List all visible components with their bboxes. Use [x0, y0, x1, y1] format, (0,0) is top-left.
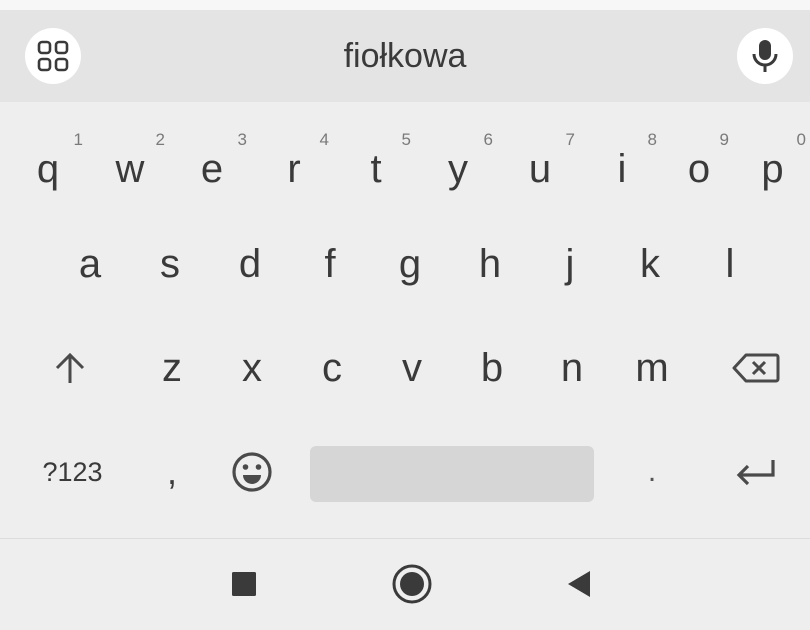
key-hint: 7 — [565, 130, 575, 149]
key-letter: w — [115, 146, 145, 191]
key-letter: y — [448, 146, 468, 191]
shift-arrow-icon — [55, 352, 85, 383]
key-hint: 2 — [155, 130, 165, 149]
key-p[interactable]: p 0 — [735, 108, 810, 216]
key-letter: q — [36, 146, 60, 191]
key-letter: i — [617, 146, 627, 191]
key-x[interactable]: x — [212, 316, 292, 420]
key-letter: e — [200, 146, 224, 191]
key-l[interactable]: l — [690, 212, 770, 316]
key-d[interactable]: d — [210, 212, 290, 316]
key-hint: 8 — [647, 130, 657, 149]
apps-grid-icon — [37, 40, 69, 72]
key-hint: 6 — [483, 130, 493, 149]
key-t[interactable]: t 5 — [335, 108, 417, 216]
enter-icon — [736, 460, 775, 486]
key-hint: 0 — [796, 130, 806, 149]
key-s[interactable]: s — [130, 212, 210, 316]
key-k[interactable]: k — [610, 212, 690, 316]
backspace-key[interactable] — [712, 316, 800, 420]
key-r[interactable]: r 4 — [253, 108, 335, 216]
period-key[interactable]: . — [612, 420, 692, 524]
backspace-icon — [732, 353, 780, 383]
key-hint: 1 — [73, 130, 83, 149]
back-triangle-icon — [568, 571, 590, 597]
home-circle-icon — [392, 564, 432, 604]
symbols-key[interactable]: ?123 — [25, 420, 120, 524]
key-v[interactable]: v — [372, 316, 452, 420]
space-bar[interactable] — [310, 446, 594, 502]
shift-key[interactable] — [25, 316, 115, 420]
key-hint: 9 — [719, 130, 729, 149]
key-h[interactable]: h — [450, 212, 530, 316]
key-letter: u — [528, 146, 552, 191]
keyboard-row-3: z x c v b n m — [0, 316, 810, 420]
keyboard-row-2: a s d f g h j k l — [0, 212, 810, 316]
key-b[interactable]: b — [452, 316, 532, 420]
key-o[interactable]: o 9 — [663, 108, 735, 216]
comma-key[interactable]: , — [132, 420, 212, 524]
key-z[interactable]: z — [132, 316, 212, 420]
key-hint: 5 — [401, 130, 411, 149]
enter-key[interactable] — [712, 420, 800, 524]
apps-button[interactable] — [25, 28, 81, 84]
key-i[interactable]: i 8 — [581, 108, 663, 216]
key-letter: r — [287, 146, 301, 191]
top-strip — [0, 0, 810, 10]
key-letter: o — [687, 146, 711, 191]
key-c[interactable]: c — [292, 316, 372, 420]
back-button[interactable] — [554, 559, 604, 609]
key-hint: 3 — [237, 130, 247, 149]
suggestion-word[interactable]: fiołkowa — [0, 10, 810, 102]
keyboard-row-4: ?123 , . — [0, 420, 810, 524]
key-m[interactable]: m — [612, 316, 692, 420]
keyboard: q 1 w 2 e 3 r 4 t 5 y 6 u 7 i 8 o 9 p 0 … — [0, 102, 810, 540]
key-f[interactable]: f — [290, 212, 370, 316]
key-w[interactable]: w 2 — [89, 108, 171, 216]
key-j[interactable]: j — [530, 212, 610, 316]
key-q[interactable]: q 1 — [7, 108, 89, 216]
key-u[interactable]: u 7 — [499, 108, 581, 216]
keyboard-row-1: q 1 w 2 e 3 r 4 t 5 y 6 u 7 i 8 o 9 p 0 — [0, 108, 810, 216]
recents-square-icon — [232, 572, 256, 596]
recents-button[interactable] — [219, 559, 269, 609]
key-a[interactable]: a — [50, 212, 130, 316]
key-letter: t — [370, 146, 382, 191]
emoji-icon — [232, 452, 272, 492]
suggestion-bar: fiołkowa — [0, 10, 810, 102]
navigation-bar — [0, 539, 810, 630]
home-button[interactable] — [387, 559, 437, 609]
voice-input-button[interactable] — [737, 28, 793, 84]
microphone-icon — [752, 40, 778, 72]
key-e[interactable]: e 3 — [171, 108, 253, 216]
key-y[interactable]: y 6 — [417, 108, 499, 216]
key-letter: p — [761, 146, 784, 191]
emoji-key[interactable] — [212, 420, 292, 524]
key-hint: 4 — [319, 130, 329, 149]
key-g[interactable]: g — [370, 212, 450, 316]
key-n[interactable]: n — [532, 316, 612, 420]
